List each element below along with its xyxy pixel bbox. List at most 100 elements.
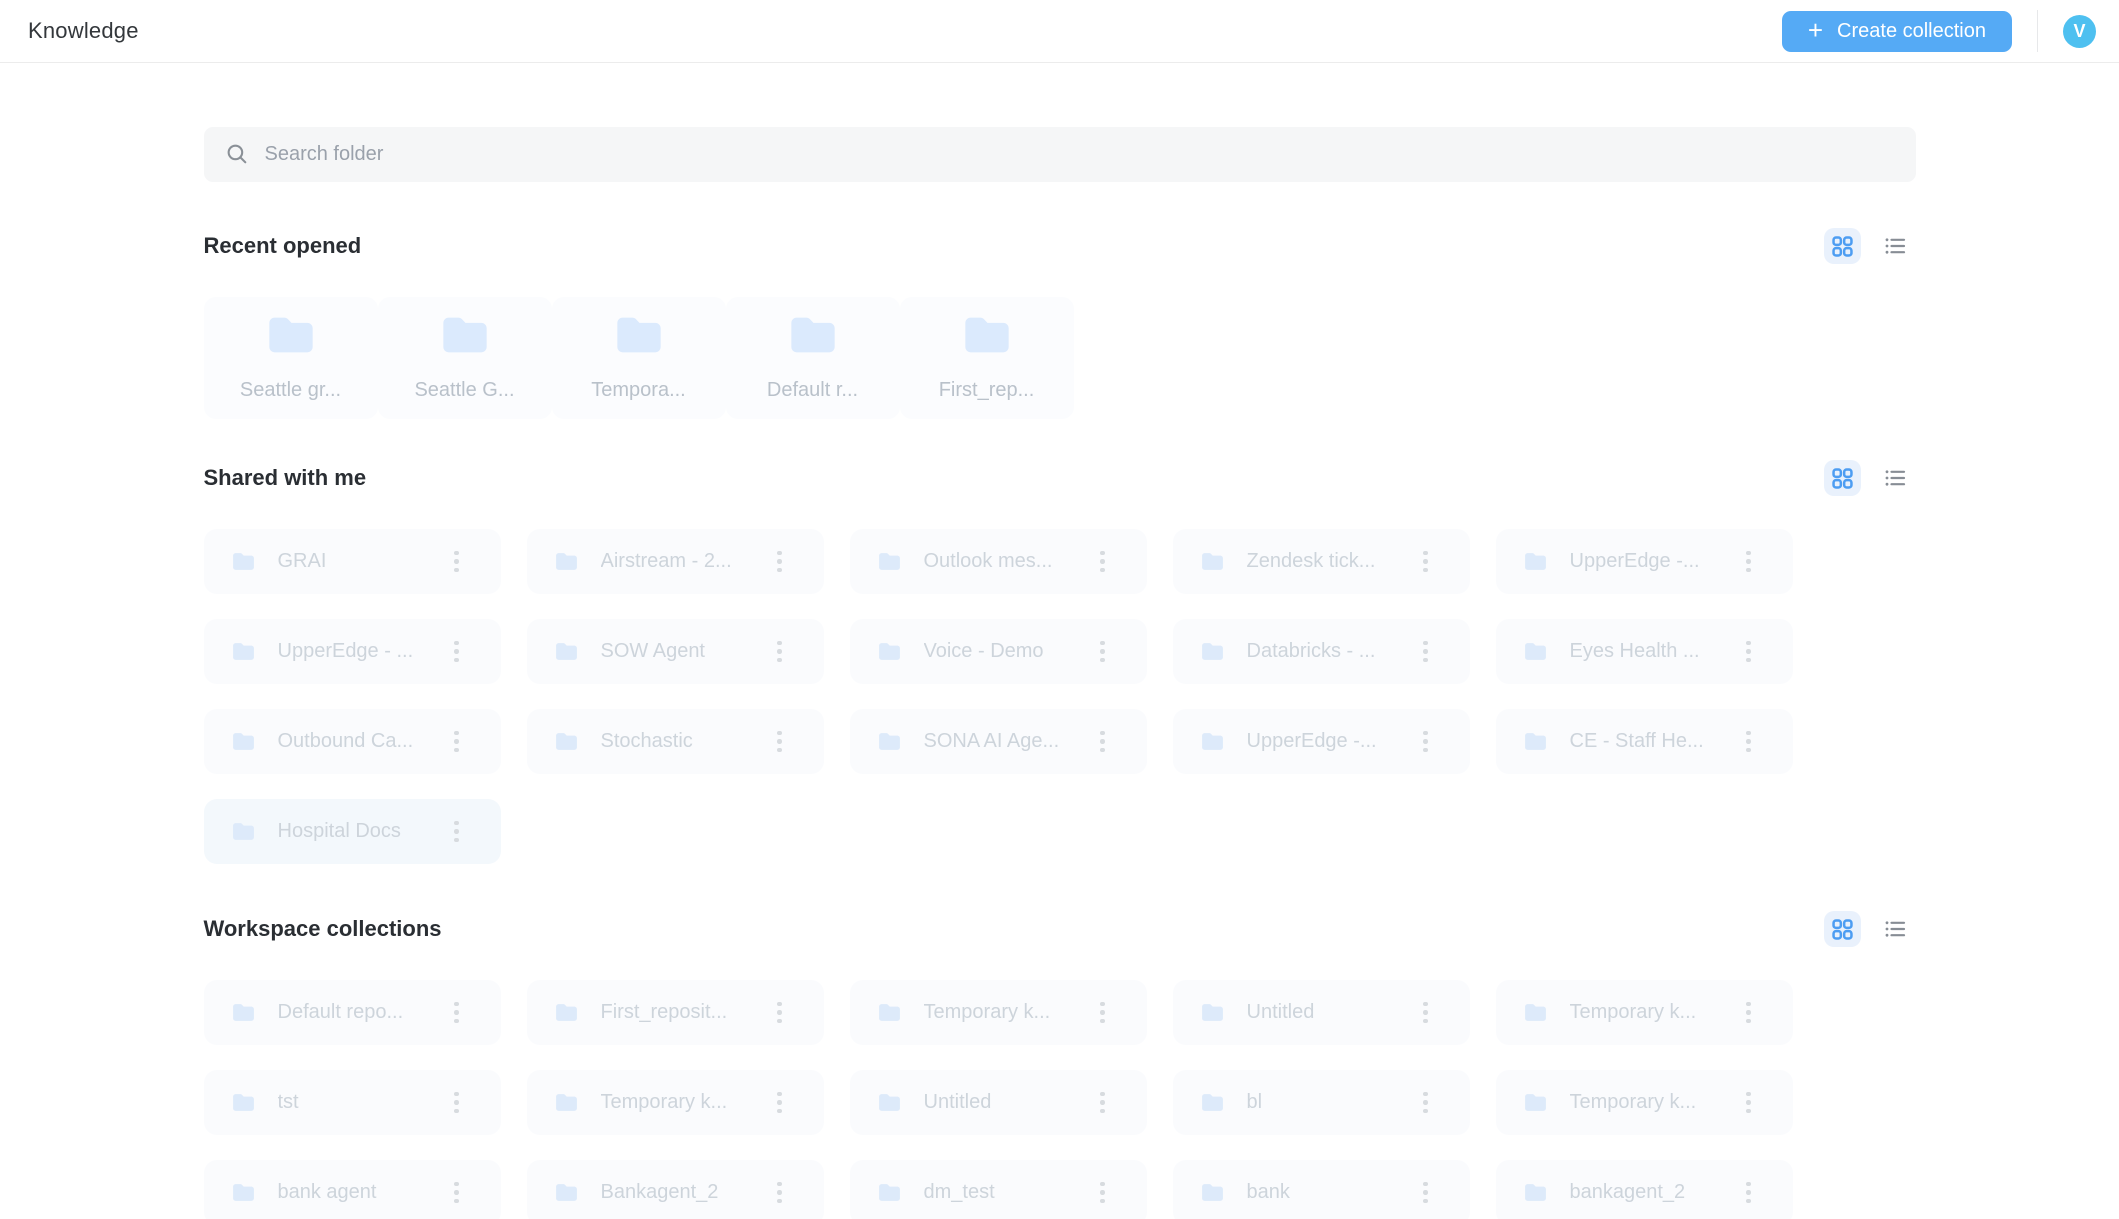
- folder-icon: [555, 733, 577, 750]
- more-options-icon[interactable]: [452, 1088, 461, 1118]
- folder-item[interactable]: Untitled: [1172, 980, 1470, 1045]
- folder-item[interactable]: UpperEdge -...: [1495, 529, 1793, 594]
- folder-name: Seattle gr...: [239, 379, 342, 401]
- folder-icon: [1524, 733, 1546, 750]
- folder-item[interactable]: Airstream - 2...: [526, 529, 824, 594]
- more-options-icon[interactable]: [775, 547, 784, 577]
- grid-view-button[interactable]: [1823, 460, 1861, 496]
- folder-item[interactable]: Databricks - ...: [1172, 619, 1470, 684]
- more-options-icon[interactable]: [1421, 998, 1430, 1028]
- folder-item[interactable]: Hospital Docs: [203, 799, 501, 864]
- more-options-icon[interactable]: [1744, 1178, 1753, 1208]
- recent-folder-card[interactable]: Seattle gr...: [203, 297, 378, 419]
- folder-item[interactable]: bank: [1172, 1160, 1470, 1219]
- folder-item[interactable]: First_reposit...: [526, 980, 824, 1045]
- more-options-icon[interactable]: [1098, 727, 1107, 757]
- folder-name: Untitled: [923, 1091, 992, 1113]
- list-view-button[interactable]: [1877, 228, 1914, 264]
- folder-icon: [268, 317, 313, 353]
- folder-item[interactable]: bank agent: [203, 1160, 501, 1219]
- more-options-icon[interactable]: [452, 1178, 461, 1208]
- more-options-icon[interactable]: [1421, 727, 1430, 757]
- folder-icon: [555, 1184, 577, 1201]
- folder-name: tst: [277, 1091, 299, 1113]
- more-options-icon[interactable]: [452, 817, 461, 847]
- folder-item[interactable]: UpperEdge -...: [1172, 709, 1470, 774]
- more-options-icon[interactable]: [1744, 1088, 1753, 1118]
- folder-item[interactable]: Untitled: [849, 1070, 1147, 1135]
- folder-item[interactable]: Stochastic: [526, 709, 824, 774]
- more-options-icon[interactable]: [1421, 547, 1430, 577]
- folder-item[interactable]: Outlook mes...: [849, 529, 1147, 594]
- more-options-icon[interactable]: [1098, 1178, 1107, 1208]
- more-options-icon[interactable]: [452, 637, 461, 667]
- more-options-icon[interactable]: [775, 727, 784, 757]
- list-view-button[interactable]: [1877, 460, 1914, 496]
- folder-icon: [616, 317, 661, 353]
- folder-item[interactable]: tst: [203, 1070, 501, 1135]
- folder-item[interactable]: dm_test: [849, 1160, 1147, 1219]
- more-options-icon[interactable]: [1744, 547, 1753, 577]
- recent-folder-card[interactable]: Tempora...: [551, 297, 726, 419]
- grid-view-button[interactable]: [1823, 911, 1861, 947]
- recent-folder-card[interactable]: Seattle G...: [377, 297, 552, 419]
- grid-view-button[interactable]: [1823, 228, 1861, 264]
- folder-icon: [1201, 553, 1223, 570]
- folder-item[interactable]: SONA AI Age...: [849, 709, 1147, 774]
- more-options-icon[interactable]: [1421, 1088, 1430, 1118]
- recent-folder-card[interactable]: First_rep...: [899, 297, 1074, 419]
- more-options-icon[interactable]: [1098, 998, 1107, 1028]
- user-avatar[interactable]: V: [2063, 14, 2096, 48]
- more-options-icon[interactable]: [452, 547, 461, 577]
- page-title: Knowledge: [28, 18, 139, 43]
- folder-icon: [1201, 733, 1223, 750]
- folder-icon: [555, 1094, 577, 1111]
- folder-icon: [1201, 1094, 1223, 1111]
- folder-item[interactable]: Default repo...: [203, 980, 501, 1045]
- recent-folder-card[interactable]: Default r...: [725, 297, 900, 419]
- folder-item[interactable]: Eyes Health ...: [1495, 619, 1793, 684]
- more-options-icon[interactable]: [1744, 998, 1753, 1028]
- more-options-icon[interactable]: [452, 727, 461, 757]
- search-input[interactable]: [264, 143, 1895, 166]
- folder-item[interactable]: Zendesk tick...: [1172, 529, 1470, 594]
- list-view-button[interactable]: [1877, 911, 1914, 947]
- more-options-icon[interactable]: [775, 1178, 784, 1208]
- folder-name: Voice - Demo: [923, 640, 1044, 662]
- folder-item[interactable]: Voice - Demo: [849, 619, 1147, 684]
- more-options-icon[interactable]: [452, 998, 461, 1028]
- more-options-icon[interactable]: [775, 1088, 784, 1118]
- folder-item[interactable]: Temporary k...: [849, 980, 1147, 1045]
- more-options-icon[interactable]: [1421, 1178, 1430, 1208]
- folder-item[interactable]: GRAI: [203, 529, 501, 594]
- more-options-icon[interactable]: [1098, 547, 1107, 577]
- more-options-icon[interactable]: [1744, 637, 1753, 667]
- recent-view-toggles: [1823, 228, 1916, 264]
- more-options-icon[interactable]: [1098, 1088, 1107, 1118]
- folder-item[interactable]: Outbound Ca...: [203, 709, 501, 774]
- folder-name: SONA AI Age...: [923, 730, 1060, 752]
- more-options-icon[interactable]: [1421, 637, 1430, 667]
- folder-item[interactable]: bankagent_2: [1495, 1160, 1793, 1219]
- folder-item[interactable]: Temporary k...: [1495, 1070, 1793, 1135]
- folder-item[interactable]: UpperEdge - ...: [203, 619, 501, 684]
- folder-item[interactable]: CE - Staff He...: [1495, 709, 1793, 774]
- folder-item[interactable]: Bankagent_2: [526, 1160, 824, 1219]
- more-options-icon[interactable]: [1744, 727, 1753, 757]
- folder-icon: [442, 317, 487, 353]
- folder-name: Tempora...: [591, 379, 686, 401]
- create-collection-label: Create collection: [1837, 19, 1986, 42]
- folder-icon: [1201, 1184, 1223, 1201]
- more-options-icon[interactable]: [775, 998, 784, 1028]
- folder-name: dm_test: [923, 1181, 995, 1203]
- folder-item[interactable]: bl: [1172, 1070, 1470, 1135]
- folder-icon: [555, 553, 577, 570]
- folder-name: GRAI: [277, 550, 327, 572]
- more-options-icon[interactable]: [1098, 637, 1107, 667]
- folder-name: UpperEdge -...: [1246, 730, 1377, 752]
- more-options-icon[interactable]: [775, 637, 784, 667]
- folder-item[interactable]: SOW Agent: [526, 619, 824, 684]
- folder-item[interactable]: Temporary k...: [526, 1070, 824, 1135]
- folder-item[interactable]: Temporary k...: [1495, 980, 1793, 1045]
- create-collection-button[interactable]: + Create collection: [1781, 10, 2012, 52]
